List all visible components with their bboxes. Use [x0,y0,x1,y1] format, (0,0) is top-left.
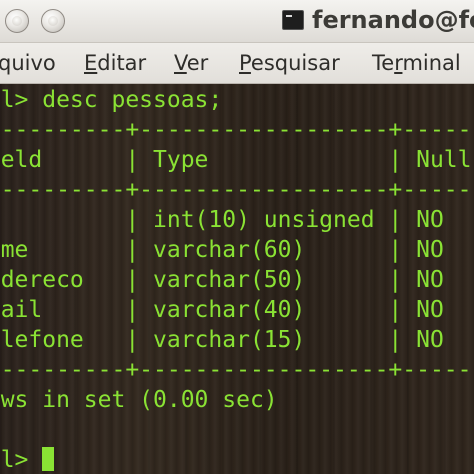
title-bar: fernando@fe [0,0,474,43]
prompt-line[interactable]: sql> [0,445,55,474]
menu-bar: quivo Editar Ver Pesquisar Terminal [0,43,474,84]
terminal-line: endereco | varchar(50) | NO | [0,267,474,293]
terminal-output[interactable]: sql> desc pessoas; -----------+---------… [0,84,474,474]
window-title: fernando@fe [312,6,474,34]
terminal-line: id | int(10) unsigned | NO | [0,207,474,233]
terminal-icon [282,10,304,30]
terminal-line: -----------+------------------+------+ [0,117,474,143]
menu-editar[interactable]: Editar [84,51,146,75]
menu-pesquisar[interactable]: Pesquisar [239,51,340,75]
terminal-line: telefone | varchar(15) | NO | [0,327,474,353]
minimize-button[interactable] [41,9,65,33]
text-cursor [42,447,55,471]
menu-arquivo[interactable]: quivo [0,51,56,75]
terminal-line: -----------+------------------+------+ [0,357,474,383]
terminal-line: nome | varchar(60) | NO | [0,237,474,263]
menu-ver[interactable]: Ver [174,51,208,75]
terminal-line: email | varchar(40) | NO | [0,297,474,323]
close-button[interactable] [5,9,29,33]
prompt: sql> [0,447,29,473]
terminal-line: sql> desc pessoas; [0,87,223,113]
terminal-line: -----------+------------------+------+ [0,177,474,203]
terminal-line: Field | Type | Null | [0,147,474,173]
menu-terminal[interactable]: Terminal [372,51,461,75]
terminal-line: rows in set (0.00 sec) [0,387,278,413]
